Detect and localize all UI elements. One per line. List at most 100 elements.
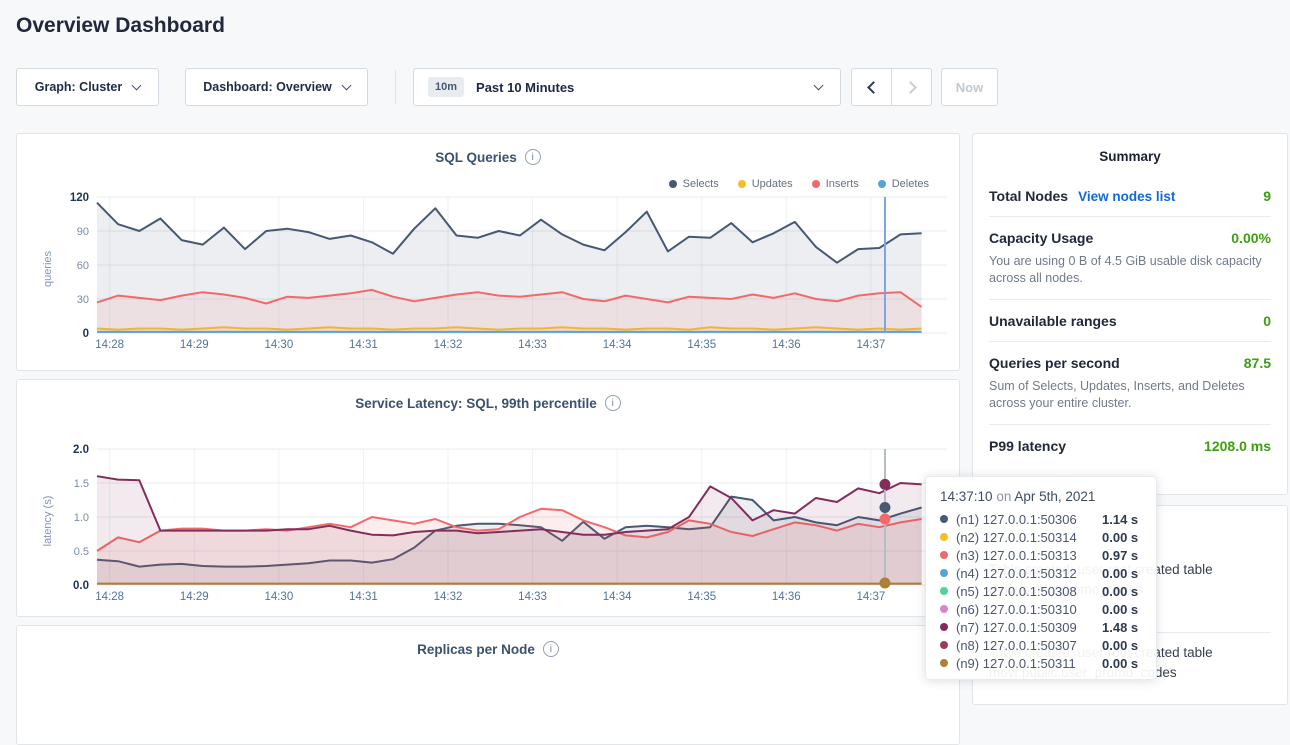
node-color-dot [940,623,948,631]
legend-dot [669,180,677,188]
capacity-label: Capacity Usage [989,230,1093,246]
tooltip-row: (n3) 127.0.0.1:503130.97 s [940,546,1142,564]
info-icon[interactable]: i [605,395,621,411]
tooltip-row: (n6) 127.0.0.1:503100.00 s [940,600,1142,618]
node-latency-value: 0.00 s [1102,584,1138,599]
p99-latency-value: 1208.0 ms [1204,438,1271,454]
next-timewindow-button[interactable] [891,68,932,106]
total-nodes-value: 9 [1263,188,1271,204]
legend-dot [878,180,886,188]
node-address: (n4) 127.0.0.1:50312 [956,566,1102,581]
p99-latency-label: P99 latency [989,438,1066,454]
chevron-down-icon [132,80,142,90]
time-range-selector[interactable]: 10m Past 10 Minutes [413,68,841,106]
svg-text:14:32: 14:32 [434,591,463,603]
legend-item-selects: Selects [669,178,719,190]
dashboard-dropdown[interactable]: Dashboard: Overview [185,68,368,106]
svg-text:14:37: 14:37 [856,591,885,603]
view-nodes-link[interactable]: View nodes list [1078,189,1175,204]
info-icon[interactable]: i [543,641,559,657]
legend-item-inserts: Inserts [812,178,859,190]
svg-text:14:29: 14:29 [180,591,209,603]
node-color-dot [940,569,948,577]
hover-tooltip: 14:37:10 on Apr 5th, 2021 (n1) 127.0.0.1… [925,476,1157,680]
svg-text:14:35: 14:35 [687,339,716,351]
svg-text:14:28: 14:28 [95,591,124,603]
summary-row-unavailable: Unavailable ranges 0 [989,299,1271,341]
unavailable-ranges-label: Unavailable ranges [989,313,1117,329]
svg-text:latency (s): latency (s) [42,496,54,547]
node-color-dot [940,515,948,523]
node-latency-value: 1.14 s [1102,512,1138,527]
svg-text:90: 90 [77,226,89,238]
svg-text:0.0: 0.0 [73,580,89,592]
qps-label: Queries per second [989,355,1120,371]
svg-text:14:36: 14:36 [772,591,801,603]
svg-text:14:34: 14:34 [603,339,632,351]
svg-text:14:28: 14:28 [95,339,124,351]
tooltip-on: on [996,489,1011,504]
summary-card: Summary Total Nodes View nodes list 9 Ca… [972,133,1288,495]
summary-row-qps: Queries per second 87.5 Sum of Selects, … [989,341,1271,424]
prev-timewindow-button[interactable] [851,68,892,106]
node-address: (n7) 127.0.0.1:50309 [956,620,1102,635]
legend-item-updates: Updates [738,178,793,190]
sql-queries-chart[interactable]: 14:2814:2914:3014:3114:3214:3314:3414:35… [17,187,961,357]
svg-text:0.5: 0.5 [74,546,89,558]
node-color-dot [940,533,948,541]
graph-dropdown[interactable]: Graph: Cluster [16,68,159,106]
info-icon[interactable]: i [525,149,541,165]
svg-text:14:33: 14:33 [518,591,547,603]
svg-text:120: 120 [70,192,89,204]
capacity-subtitle: You are using 0 B of 4.5 GiB usable disk… [989,253,1271,287]
tooltip-row: (n7) 127.0.0.1:503091.48 s [940,618,1142,636]
node-latency-value: 0.00 s [1102,656,1138,671]
node-color-dot [940,551,948,559]
latency-panel: Service Latency: SQL, 99th percentile i … [16,379,960,617]
svg-text:1.0: 1.0 [74,512,89,524]
tooltip-row: (n1) 127.0.0.1:503061.14 s [940,510,1142,528]
node-address: (n1) 127.0.0.1:50306 [956,512,1102,527]
svg-text:14:32: 14:32 [434,339,463,351]
node-latency-value: 1.48 s [1102,620,1138,635]
qps-subtitle: Sum of Selects, Updates, Inserts, and De… [989,378,1271,412]
node-address: (n8) 127.0.0.1:50307 [956,638,1102,653]
node-color-dot [940,605,948,613]
summary-row-p99: P99 latency 1208.0 ms [989,424,1271,466]
qps-value: 87.5 [1244,355,1271,371]
svg-text:14:36: 14:36 [772,339,801,351]
svg-text:30: 30 [77,294,89,306]
svg-text:0: 0 [83,328,89,340]
node-address: (n9) 127.0.0.1:50311 [956,656,1102,671]
chevron-down-icon [341,80,351,90]
now-button[interactable]: Now [941,68,998,106]
tooltip-date: Apr 5th, 2021 [1014,489,1095,504]
legend-dot [738,180,746,188]
chevron-right-icon [904,81,917,94]
summary-title: Summary [973,134,1287,175]
svg-text:14:37: 14:37 [856,339,885,351]
node-address: (n2) 127.0.0.1:50314 [956,530,1102,545]
svg-text:14:31: 14:31 [349,339,378,351]
node-latency-value: 0.00 s [1102,638,1138,653]
tooltip-row: (n8) 127.0.0.1:503070.00 s [940,636,1142,654]
tooltip-time: 14:37:10 [940,489,993,504]
replicas-panel: Replicas per Node i [16,625,960,745]
latency-chart[interactable]: 14:2814:2914:3014:3114:3214:3314:3414:35… [17,439,961,609]
controls-bar: Graph: Cluster Dashboard: Overview 10m P… [0,68,1290,106]
chevron-left-icon [867,81,880,94]
chart-title: SQL Queries [435,150,517,165]
svg-text:1.5: 1.5 [74,478,89,490]
svg-text:14:33: 14:33 [518,339,547,351]
svg-text:queries: queries [42,250,54,287]
svg-text:14:34: 14:34 [603,591,632,603]
node-latency-value: 0.00 s [1102,530,1138,545]
chevron-down-icon [814,81,824,91]
svg-text:14:29: 14:29 [180,339,209,351]
page-title: Overview Dashboard [16,14,225,38]
node-color-dot [940,587,948,595]
tooltip-row: (n9) 127.0.0.1:503110.00 s [940,654,1142,672]
chart-title: Service Latency: SQL, 99th percentile [355,396,597,411]
svg-text:60: 60 [77,260,89,272]
svg-text:14:35: 14:35 [687,591,716,603]
